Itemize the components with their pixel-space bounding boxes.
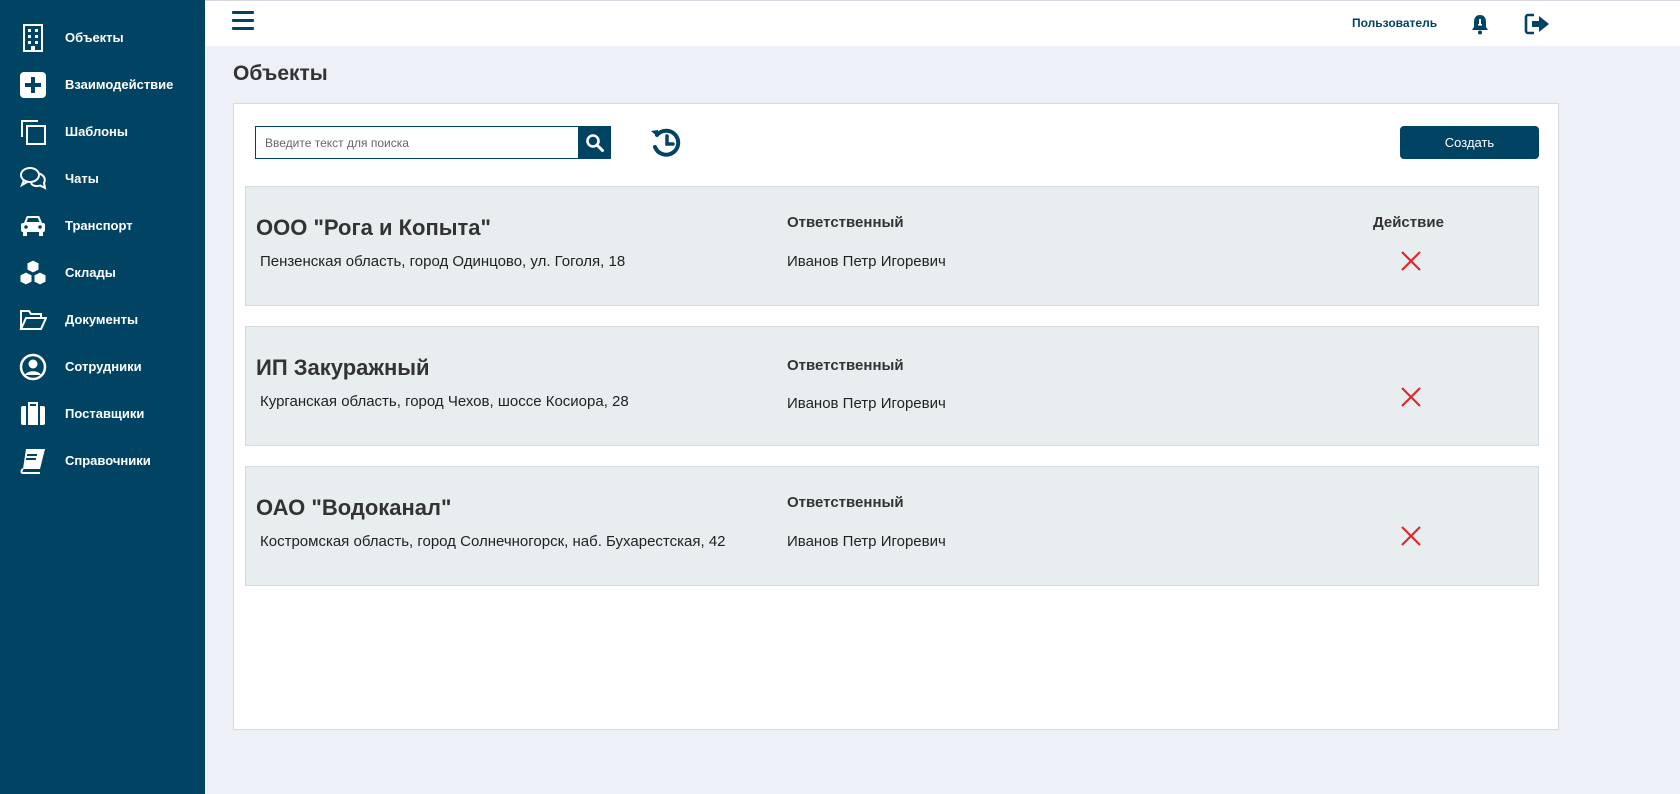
search-bar — [255, 126, 611, 159]
sidebar: Объекты Взаимодействие Шаблоны Чаты Тран… — [0, 0, 205, 794]
responsible-name: Иванов Петр Игоревич — [787, 533, 946, 550]
search-icon — [585, 133, 604, 152]
responsible-name: Иванов Петр Игоревич — [787, 253, 946, 270]
user-menu-link[interactable]: Пользователь — [1352, 16, 1437, 30]
plus-square-icon — [18, 70, 48, 100]
responsible-header: Ответственный — [787, 494, 904, 511]
object-address: Курганская область, город Чехов, шоссе К… — [260, 393, 629, 410]
delete-icon[interactable] — [1399, 249, 1423, 273]
user-circle-icon — [18, 352, 48, 382]
search-input[interactable] — [255, 126, 578, 159]
sidebar-item-label: Объекты — [65, 30, 124, 45]
sidebar-item-interaction[interactable]: Взаимодействие — [0, 61, 205, 108]
logout-icon[interactable] — [1524, 12, 1552, 36]
copy-icon — [18, 117, 48, 147]
sidebar-item-suppliers[interactable]: Поставщики — [0, 390, 205, 437]
delete-icon[interactable] — [1399, 385, 1423, 409]
sidebar-item-label: Документы — [65, 312, 139, 327]
sidebar-item-label: Сотрудники — [65, 359, 142, 374]
table-row: ОАО "Водоканал" Костромская область, гор… — [245, 466, 1539, 586]
history-icon[interactable] — [648, 125, 684, 161]
sidebar-item-label: Поставщики — [65, 406, 145, 421]
sidebar-item-label: Чаты — [65, 171, 99, 186]
object-name: ОАО "Водоканал" — [256, 495, 452, 520]
car-icon — [18, 211, 48, 241]
create-button[interactable]: Создать — [1400, 126, 1539, 159]
object-name: ООО "Рога и Копыта" — [256, 215, 491, 240]
folder-open-icon — [18, 305, 48, 335]
book-icon — [18, 446, 48, 476]
sidebar-item-employees[interactable]: Сотрудники — [0, 343, 205, 390]
boxes-icon — [18, 258, 48, 288]
object-address: Костромская область, город Солнечногорск… — [260, 533, 726, 550]
building-icon — [18, 23, 48, 53]
sidebar-item-label: Шаблоны — [65, 124, 128, 139]
sidebar-item-warehouses[interactable]: Склады — [0, 249, 205, 296]
sidebar-item-label: Склады — [65, 265, 116, 280]
sidebar-item-objects[interactable]: Объекты — [0, 14, 205, 61]
bell-icon[interactable] — [1469, 13, 1491, 35]
sidebar-item-chats[interactable]: Чаты — [0, 155, 205, 202]
delete-icon[interactable] — [1399, 524, 1423, 548]
sidebar-item-templates[interactable]: Шаблоны — [0, 108, 205, 155]
search-button[interactable] — [578, 126, 611, 159]
action-header: Действие — [1373, 214, 1444, 231]
suitcase-icon — [18, 399, 48, 429]
menu-toggle-icon[interactable] — [232, 11, 254, 35]
sidebar-item-documents[interactable]: Документы — [0, 296, 205, 343]
object-address: Пензенская область, город Одинцово, ул. … — [260, 253, 626, 270]
object-name: ИП Закуражный — [256, 355, 430, 380]
sidebar-item-label: Справочники — [65, 453, 151, 468]
objects-panel: Создать ООО "Рога и Копыта" Пензенская о… — [233, 103, 1559, 730]
sidebar-item-transport[interactable]: Транспорт — [0, 202, 205, 249]
page-title: Объекты — [233, 62, 328, 85]
responsible-header: Ответственный — [787, 214, 904, 231]
responsible-header: Ответственный — [787, 357, 904, 374]
sidebar-item-label: Взаимодействие — [65, 77, 174, 92]
responsible-name: Иванов Петр Игоревич — [787, 395, 946, 412]
table-row: ООО "Рога и Копыта" Пензенская область, … — [245, 186, 1539, 306]
table-row: ИП Закуражный Курганская область, город … — [245, 326, 1539, 446]
sidebar-item-label: Транспорт — [65, 218, 133, 233]
topbar: Пользователь — [205, 0, 1680, 46]
sidebar-item-references[interactable]: Справочники — [0, 437, 205, 484]
chat-bubbles-icon — [18, 164, 48, 194]
